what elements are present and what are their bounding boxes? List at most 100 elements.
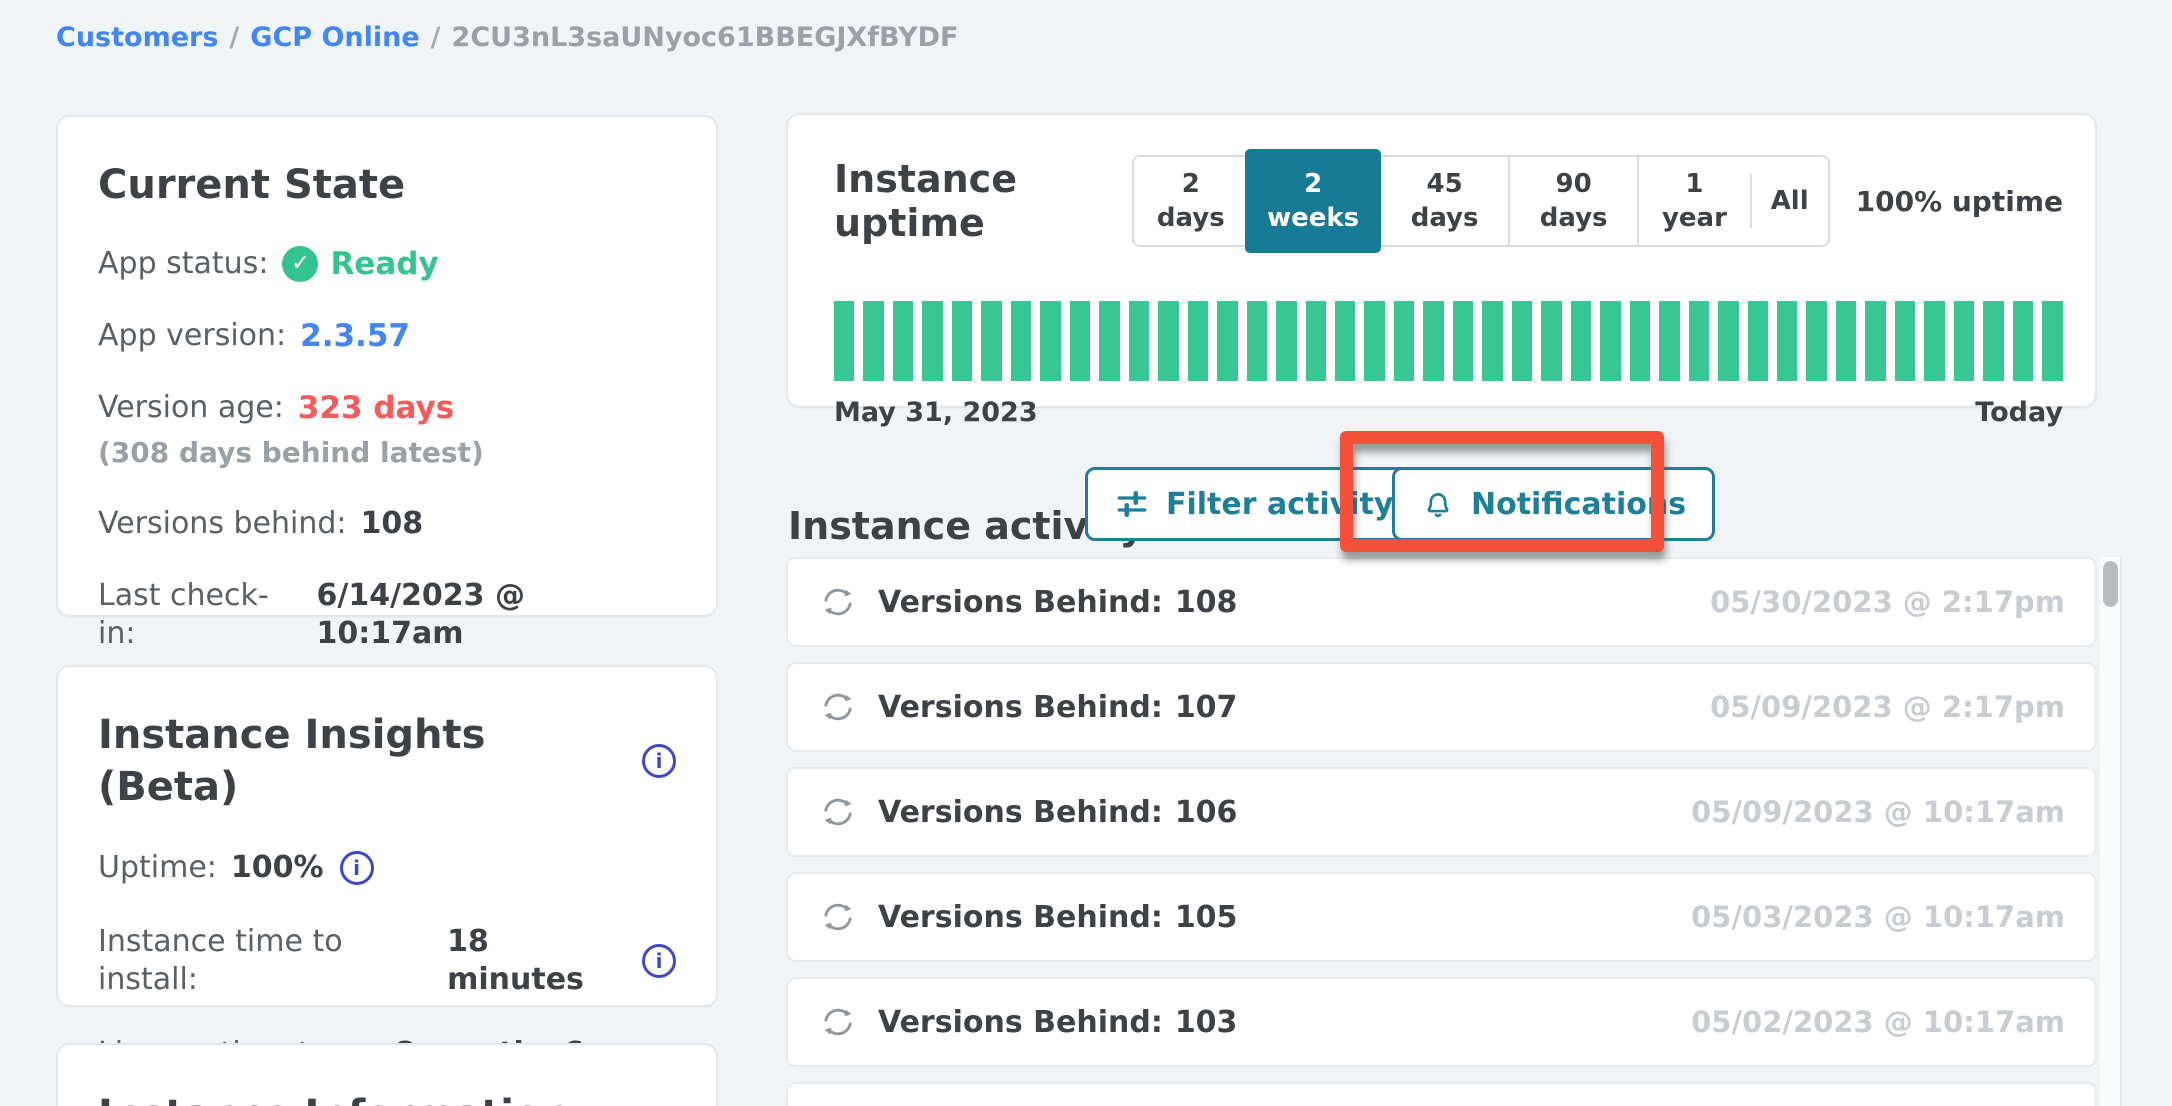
breadcrumb-separator: / (229, 22, 239, 53)
uptime-bar (1689, 301, 1709, 381)
uptime-bar (952, 301, 972, 381)
uptime-bar (863, 301, 883, 381)
insight-value: 18 minutes (447, 923, 626, 999)
uptime-start-label: May 31, 2023 (834, 397, 1038, 428)
uptime-bar (1423, 301, 1443, 381)
uptime-bar (1600, 301, 1620, 381)
uptime-bar (1129, 301, 1149, 381)
app-version-value[interactable]: 2.3.57 (300, 317, 410, 355)
sliders-icon (1114, 486, 1150, 522)
uptime-bar (1983, 301, 2003, 381)
uptime-bar (834, 301, 854, 381)
uptime-bar (1011, 301, 1031, 381)
uptime-bar-chart (834, 301, 2063, 381)
uptime-bar (1512, 301, 1532, 381)
instance-insights-title-text: Instance Insights (Beta) (98, 709, 626, 813)
activity-row-value: 107 (1175, 690, 1238, 725)
instance-uptime-card: Instance uptime 2 days2 weeks45 days90 d… (786, 113, 2097, 408)
activity-row-value: 103 (1175, 1005, 1238, 1040)
sync-icon (818, 687, 858, 727)
insight-label: Instance time to install: (98, 923, 433, 999)
activity-row-timestamp: 05/09/2023 @ 10:17am (1691, 795, 2065, 829)
uptime-bar (1040, 301, 1060, 381)
info-icon[interactable]: i (642, 944, 676, 978)
uptime-bar (1954, 301, 1974, 381)
last-checkin-row: Last check-in: 6/14/2023 @ 10:17am (98, 577, 676, 653)
uptime-end-label: Today (1975, 397, 2063, 428)
range-button-1-year[interactable]: 1 year (1637, 157, 1750, 245)
activity-scrollbar-track[interactable] (2100, 557, 2122, 1106)
activity-row: Versions Behind: 105 05/03/2023 @ 10:17a… (786, 872, 2097, 962)
uptime-bar (1276, 301, 1296, 381)
uptime-title: Instance uptime (834, 157, 1132, 245)
uptime-bar (1718, 301, 1738, 381)
activity-row: Versions Behind: 107 05/09/2023 @ 2:17pm (786, 662, 2097, 752)
activity-list: Versions Behind: 108 05/30/2023 @ 2:17pm… (786, 557, 2097, 1106)
activity-row-label: Versions Behind: (878, 585, 1163, 620)
instance-information-card: Instance Information (56, 1043, 718, 1106)
version-age-value: 323 days (298, 389, 454, 427)
range-button-2-days[interactable]: 2 days (1134, 157, 1247, 245)
notifications-button[interactable]: Notifications (1392, 467, 1715, 541)
sync-icon (818, 1002, 858, 1042)
filter-activity-button[interactable]: Filter activity (1085, 467, 1422, 541)
uptime-bar (2013, 301, 2033, 381)
time-range-group: 2 days2 weeks45 days90 days1 yearAll (1132, 155, 1829, 247)
range-button-90-days[interactable]: 90 days (1508, 157, 1637, 245)
uptime-bar (1659, 301, 1679, 381)
activity-row-label: Versions Behind: (878, 690, 1163, 725)
uptime-summary: 100% uptime (1856, 185, 2063, 218)
uptime-bar (1777, 301, 1797, 381)
insight-row: Uptime: 100% i (98, 849, 676, 887)
uptime-header: Instance uptime 2 days2 weeks45 days90 d… (834, 155, 2063, 247)
breadcrumb-link[interactable]: Customers (56, 22, 218, 53)
app-status-label: App status: (98, 245, 268, 283)
uptime-bar (1924, 301, 1944, 381)
uptime-bar (922, 301, 942, 381)
insight-label: Uptime: (98, 849, 217, 887)
version-age-label: Version age: (98, 389, 284, 427)
activity-row-label: Versions Behind: (878, 795, 1163, 830)
notifications-label: Notifications (1471, 487, 1686, 522)
activity-row-timestamp: 05/02/2023 @ 10:17am (1691, 1005, 2065, 1039)
activity-row-value: 105 (1175, 900, 1238, 935)
activity-row-label: Versions Behind: (878, 1005, 1163, 1040)
uptime-bar (1364, 301, 1384, 381)
breadcrumb-link[interactable]: GCP Online (250, 22, 419, 53)
activity-scrollbar-thumb[interactable] (2103, 561, 2118, 607)
uptime-bar (1217, 301, 1237, 381)
uptime-bar (1070, 301, 1090, 381)
sync-icon (818, 897, 858, 937)
range-button-45-days[interactable]: 45 days (1379, 157, 1508, 245)
instance-detail-page: Customers/GCP Online/2CU3nL3saUNyoc61BBE… (0, 0, 2172, 1106)
activity-row-value: 106 (1175, 795, 1238, 830)
info-icon[interactable]: i (340, 851, 374, 885)
breadcrumb-current: 2CU3nL3saUNyoc61BBEGJXfBYDF (452, 22, 959, 53)
uptime-bar (1836, 301, 1856, 381)
current-state-card: Current State App status: ✓ Ready App ve… (56, 115, 718, 617)
uptime-bar (893, 301, 913, 381)
uptime-bar (1453, 301, 1473, 381)
info-icon[interactable]: i (642, 744, 676, 778)
instance-information-title: Instance Information (98, 1089, 676, 1106)
app-status-value: Ready (330, 245, 438, 283)
last-checkin-value: 6/14/2023 @ 10:17am (317, 577, 677, 653)
version-age-note: (308 days behind latest) (98, 435, 676, 471)
range-button-2-weeks[interactable]: 2 weeks (1245, 149, 1381, 253)
uptime-bar (1158, 301, 1178, 381)
uptime-bar (1306, 301, 1326, 381)
uptime-bar (1099, 301, 1119, 381)
uptime-bar (1335, 301, 1355, 381)
activity-row: Versions Behind: 103 05/02/2023 @ 10:17a… (786, 977, 2097, 1067)
breadcrumb: Customers/GCP Online/2CU3nL3saUNyoc61BBE… (56, 22, 959, 53)
check-circle-icon: ✓ (282, 246, 318, 282)
activity-row-timestamp: 05/03/2023 @ 10:17am (1691, 900, 2065, 934)
instance-insights-card: Instance Insights (Beta) i Uptime: 100% … (56, 665, 718, 1007)
activity-row: Versions Behind: 106 05/09/2023 @ 10:17a… (786, 767, 2097, 857)
uptime-bar (1482, 301, 1502, 381)
insight-row: Instance time to install: 18 minutes i (98, 923, 676, 999)
uptime-bar (1394, 301, 1414, 381)
uptime-bar (1630, 301, 1650, 381)
range-button-all[interactable]: All (1750, 174, 1828, 228)
sync-icon (818, 582, 858, 622)
